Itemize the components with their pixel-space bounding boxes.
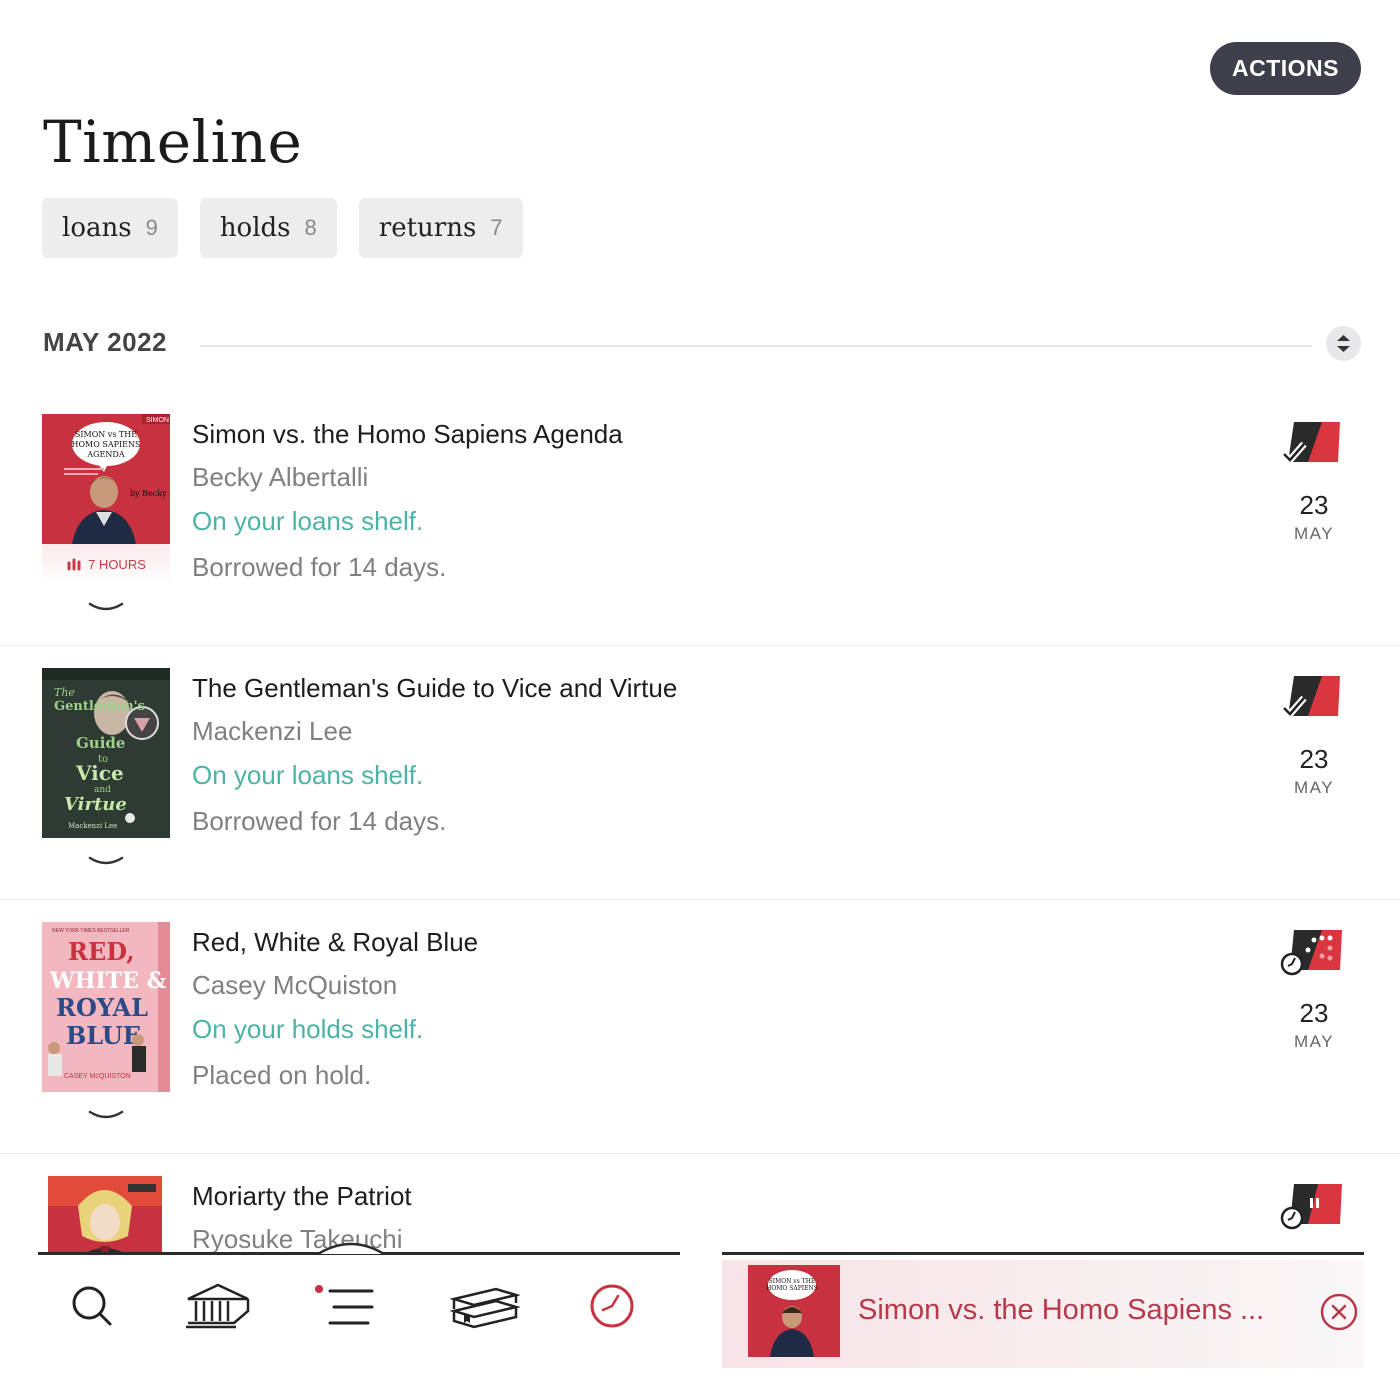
book-note: Placed on hold. [192,1060,372,1090]
book-status[interactable]: On your holds shelf. [192,1014,423,1045]
event-day: 23 [1299,998,1329,1028]
book-title[interactable]: Simon vs. the Homo Sapiens Agenda [192,419,623,450]
mini-player[interactable]: SIMON vs THE HOMO SAPIENS Simon vs. the … [722,1260,1364,1368]
tab-returns[interactable]: returns 7 [358,198,523,258]
timeline-item[interactable]: NEW YORK TIMES BESTSELLER RED, WHITE & R… [0,922,1400,1176]
audio-badge-text: 7 HOURS [88,556,146,572]
libraries-icon [186,1283,250,1329]
book-title[interactable]: Red, White & Royal Blue [192,927,478,958]
event-day: 23 [1299,490,1329,520]
tab-count: 9 [145,215,158,240]
book-author[interactable]: Becky Albertalli [192,462,368,493]
nav-libraries[interactable] [184,1278,252,1334]
svg-text:SIMON vs THE: SIMON vs THE [769,1278,816,1285]
actions-button[interactable]: ACTIONS [1210,42,1361,95]
tab-label: returns [378,213,477,243]
search-icon [72,1286,112,1326]
nav-shelf[interactable] [450,1278,520,1334]
book-cover-moriarty[interactable] [48,1176,162,1252]
svg-text:HOMO SAPIENS: HOMO SAPIENS [72,440,141,449]
sort-icon [1337,335,1350,352]
svg-text:Guide: Guide [76,734,125,752]
nav-search[interactable] [62,1278,122,1334]
page-title: Timeline [43,108,303,176]
tab-label: holds [219,213,291,243]
svg-text:CASEY McQUISTON: CASEY McQUISTON [64,1073,131,1080]
svg-text:Gentleman's: Gentleman's [54,699,145,714]
book-note: Borrowed for 14 days. [192,806,447,836]
event-month: MAY [1293,778,1335,797]
timeline-icon [590,1284,634,1328]
menu-icon [315,1285,374,1325]
close-icon[interactable] [1320,1293,1358,1331]
svg-text:Virtue: Virtue [64,794,127,815]
book-title[interactable]: Moriarty the Patriot [192,1181,412,1212]
chevron-down-icon[interactable] [86,1106,126,1128]
row-divider [0,645,1400,646]
mini-player-cover[interactable]: SIMON vs THE HOMO SAPIENS [748,1265,840,1357]
event-day: 23 [1299,744,1329,774]
tab-holds[interactable]: holds 8 [199,198,337,258]
book-author[interactable]: Casey McQuiston [192,970,397,1001]
book-note: Borrowed for 14 days. [192,552,447,582]
headphones-icon [67,558,81,571]
book-cover-red-white-royal-blue[interactable]: NEW YORK TIMES BESTSELLER RED, WHITE & R… [42,922,170,1092]
svg-text:ROYAL: ROYAL [56,993,148,1022]
tab-count: 7 [490,215,503,240]
svg-text:The: The [54,686,75,699]
borrowed-icon [1281,676,1340,720]
bottom-navigation: SIMON vs THE HOMO SAPIENS Simon vs. the … [0,1242,1400,1378]
chevron-down-icon[interactable] [86,852,126,874]
borrowed-icon [1281,422,1340,466]
svg-text:NEW YORK TIMES BESTSELLER: NEW YORK TIMES BESTSELLER [52,928,130,934]
hold-paused-icon [1280,1184,1342,1230]
month-header: MAY 2022 [43,327,167,357]
svg-text:AGENDA: AGENDA [86,450,124,459]
timeline-item[interactable]: Moriarty the Patriot Ryosuke Takeuchi [0,1176,1400,1252]
event-month: MAY [1293,1032,1335,1051]
svg-text:SIMON: SIMON [146,417,169,424]
month-divider [200,345,1312,347]
svg-text:Mackenzi Lee: Mackenzi Lee [68,822,117,830]
event-month: MAY [1293,524,1335,543]
svg-text:Vice: Vice [75,761,124,785]
tab-count: 8 [304,215,317,240]
mini-player-title[interactable]: Simon vs. the Homo Sapiens ... [858,1294,1264,1327]
svg-text:HOMO SAPIENS: HOMO SAPIENS [766,1285,818,1292]
hold-placed-icon [1280,930,1342,976]
svg-text:BLUE: BLUE [66,1021,141,1050]
mini-player-border [722,1252,1364,1255]
audiobook-time-badge: 7 HOURS [42,544,170,584]
nav-notch [318,1242,384,1256]
book-status[interactable]: On your loans shelf. [192,506,423,537]
book-author[interactable]: Mackenzi Lee [192,716,352,747]
svg-text:RED,: RED, [68,937,135,966]
tab-label: loans [62,213,132,243]
book-cover-gentleman[interactable]: The Gentleman's Guide to Vice and Virtue… [42,668,170,838]
row-divider [0,899,1400,900]
book-status[interactable]: On your loans shelf. [192,760,423,791]
svg-text:WHITE &: WHITE & [49,968,167,994]
svg-text:by Becky Albertalli: by Becky Albertalli [130,489,170,498]
timeline-item[interactable]: The Gentleman's Guide to Vice and Virtue… [0,668,1400,922]
svg-text:SIMON vs THE: SIMON vs THE [75,430,137,439]
tab-loans[interactable]: loans 9 [42,198,178,258]
shelf-icon [450,1287,520,1329]
nav-menu[interactable] [312,1278,376,1334]
sort-toggle-button[interactable] [1326,326,1361,361]
book-title[interactable]: The Gentleman's Guide to Vice and Virtue [192,673,677,704]
nav-timeline[interactable] [582,1278,642,1334]
timeline-item[interactable]: SIMON SIMON vs THE HOMO SAPIENS AGENDA b… [0,414,1400,668]
row-divider [0,1153,1400,1154]
filter-tabs: loans 9 holds 8 returns 7 [42,198,523,258]
chevron-down-icon[interactable] [86,598,126,620]
